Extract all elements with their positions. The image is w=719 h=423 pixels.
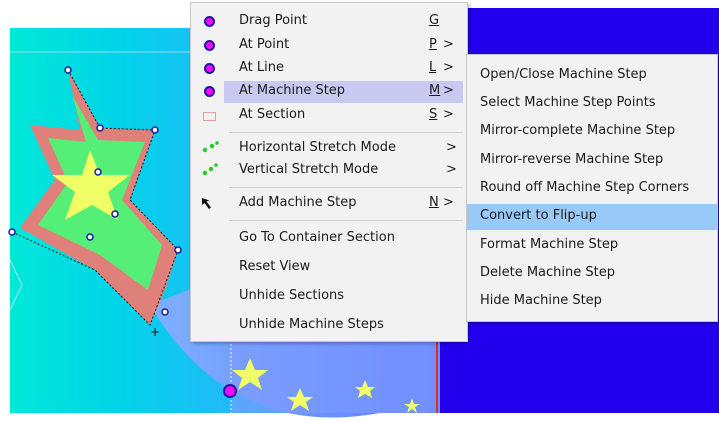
menu-item-label: Horizontal Stretch Mode (239, 140, 396, 155)
submenu-item-round-off-machine-step-corners[interactable]: Round off Machine Step Corners (467, 177, 717, 201)
menu-item-shortcut: N (429, 195, 439, 210)
menu-item-unhide-sections[interactable]: Unhide Sections (191, 286, 467, 308)
submenu-item-mirror-reverse-machine-step[interactable]: Mirror-reverse Machine Step (467, 149, 717, 173)
submenu-arrow-icon: > (443, 107, 454, 122)
control-point (64, 66, 72, 74)
menu-item-at-point[interactable]: At Point P > (191, 35, 467, 57)
submenu-item-delete-machine-step[interactable]: Delete Machine Step (467, 262, 717, 286)
menu-item-label: Add Machine Step (239, 195, 357, 210)
submenu-item-label: Convert to Flip-up (480, 208, 597, 223)
submenu-item-mirror-complete-machine-step[interactable]: Mirror-complete Machine Step (467, 120, 717, 144)
submenu-arrow-icon: > (443, 83, 454, 98)
submenu-arrow-icon: > (443, 195, 454, 210)
menu-item-label: Go To Container Section (239, 230, 395, 245)
menu-item-shortcut: M (429, 83, 441, 98)
menu-item-at-machine-step[interactable]: At Machine Step M > (224, 81, 463, 103)
submenu-item-convert-to-flip-up[interactable]: Convert to Flip-up (467, 204, 717, 230)
submenu-item-label: Delete Machine Step (480, 265, 615, 280)
green-dots-icon (202, 141, 219, 153)
control-point (96, 124, 104, 132)
magenta-dot-icon (204, 63, 215, 74)
control-point (111, 210, 119, 218)
menu-item-label: At Section (239, 107, 306, 122)
section-rect-icon (203, 112, 216, 121)
submenu-arrow-icon: > (443, 37, 454, 52)
submenu-item-label: Mirror-complete Machine Step (480, 123, 676, 138)
submenu-item-open-close-machine-step[interactable]: Open/Close Machine Step (467, 64, 717, 88)
green-dots-icon (202, 163, 218, 176)
submenu-item-hide-machine-step[interactable]: Hide Machine Step (467, 290, 717, 314)
control-point (94, 168, 102, 176)
control-point (174, 246, 182, 254)
menu-item-vertical-stretch-mode[interactable]: Vertical Stretch Mode > (191, 160, 467, 182)
menu-item-at-section[interactable]: At Section S > (191, 105, 467, 127)
submenu-item-select-machine-step-points[interactable]: Select Machine Step Points (467, 92, 717, 116)
menu-item-horizontal-stretch-mode[interactable]: Horizontal Stretch Mode > (191, 138, 467, 160)
menu-separator (229, 187, 463, 188)
magenta-dot-icon (204, 86, 215, 97)
menu-item-drag-point[interactable]: Drag Point G (191, 11, 467, 33)
control-point (151, 126, 159, 134)
submenu-item-label: Select Machine Step Points (480, 95, 656, 110)
submenu-item-format-machine-step[interactable]: Format Machine Step (467, 234, 717, 258)
submenu-item-label: Mirror-reverse Machine Step (480, 152, 664, 167)
submenu-arrow-icon: > (446, 140, 457, 155)
point-cross-marker: + (150, 325, 160, 339)
machine-step-submenu: Open/Close Machine Step Select Machine S… (466, 54, 718, 322)
menu-item-add-machine-step[interactable]: Add Machine Step N > (191, 193, 467, 215)
menu-item-at-line[interactable]: At Line L > (191, 58, 467, 80)
menu-item-label: Unhide Sections (239, 288, 345, 303)
submenu-arrow-icon: > (446, 162, 457, 177)
menu-item-label: At Machine Step (239, 83, 346, 98)
menu-item-shortcut: P (429, 37, 437, 52)
right-top-white (440, 0, 719, 8)
control-point (8, 228, 16, 236)
menu-item-label: At Line (239, 60, 284, 75)
menu-item-label: Reset View (239, 259, 311, 274)
menu-separator (229, 132, 463, 133)
control-point (161, 308, 169, 316)
submenu-item-label: Format Machine Step (480, 237, 619, 252)
menu-item-label: At Point (239, 37, 290, 52)
menu-item-unhide-machine-steps[interactable]: Unhide Machine Steps (191, 315, 467, 337)
menu-item-shortcut: G (429, 13, 440, 28)
selected-point-marker (223, 384, 237, 398)
context-menu: Drag Point G At Point P > At Line L > At… (190, 2, 468, 342)
submenu-item-label: Round off Machine Step Corners (480, 180, 690, 195)
submenu-arrow-icon: > (443, 60, 454, 75)
menu-item-go-to-container-section[interactable]: Go To Container Section (191, 228, 467, 250)
section-box (232, 340, 440, 413)
control-point (86, 233, 94, 241)
magenta-dot-icon (204, 16, 215, 27)
menu-item-shortcut: S (429, 107, 438, 122)
submenu-item-label: Open/Close Machine Step (480, 67, 647, 82)
menu-item-shortcut: L (429, 60, 437, 75)
menu-item-label: Vertical Stretch Mode (239, 162, 379, 177)
submenu-item-label: Hide Machine Step (480, 293, 602, 308)
menu-item-label: Unhide Machine Steps (239, 317, 384, 332)
arrow-cursor-icon (202, 198, 211, 209)
menu-item-label: Drag Point (239, 13, 307, 28)
menu-separator (229, 220, 463, 221)
magenta-dot-icon (204, 40, 215, 51)
menu-item-reset-view[interactable]: Reset View (191, 257, 467, 279)
